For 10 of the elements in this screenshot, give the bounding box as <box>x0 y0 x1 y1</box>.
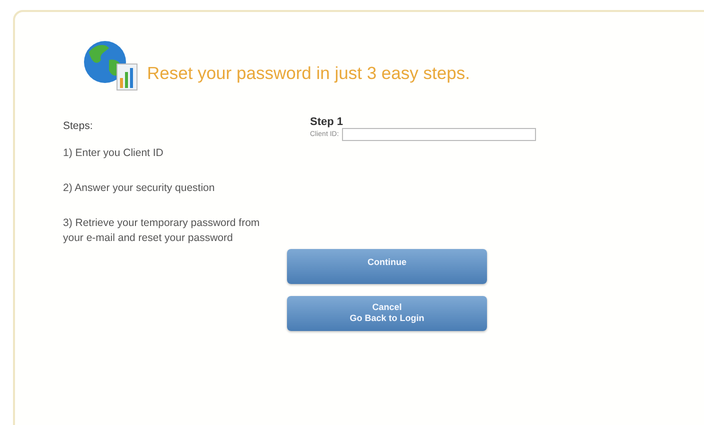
page-title: Reset your password in just 3 easy steps. <box>147 63 470 84</box>
step-text: 1) Enter you Client ID <box>63 146 164 161</box>
continue-button[interactable]: Continue <box>287 249 487 284</box>
globe-chart-icon <box>81 40 139 92</box>
step-text: 3) Retrieve your temporary password from your e-mail and reset your password <box>63 216 261 246</box>
cancel-button[interactable]: Cancel Go Back to Login <box>287 296 487 331</box>
client-id-field[interactable] <box>342 128 536 141</box>
step-heading: Step 1 <box>310 116 344 128</box>
step-text: 2) Answer your security question <box>63 181 216 196</box>
steps-heading: Steps: <box>63 120 94 132</box>
